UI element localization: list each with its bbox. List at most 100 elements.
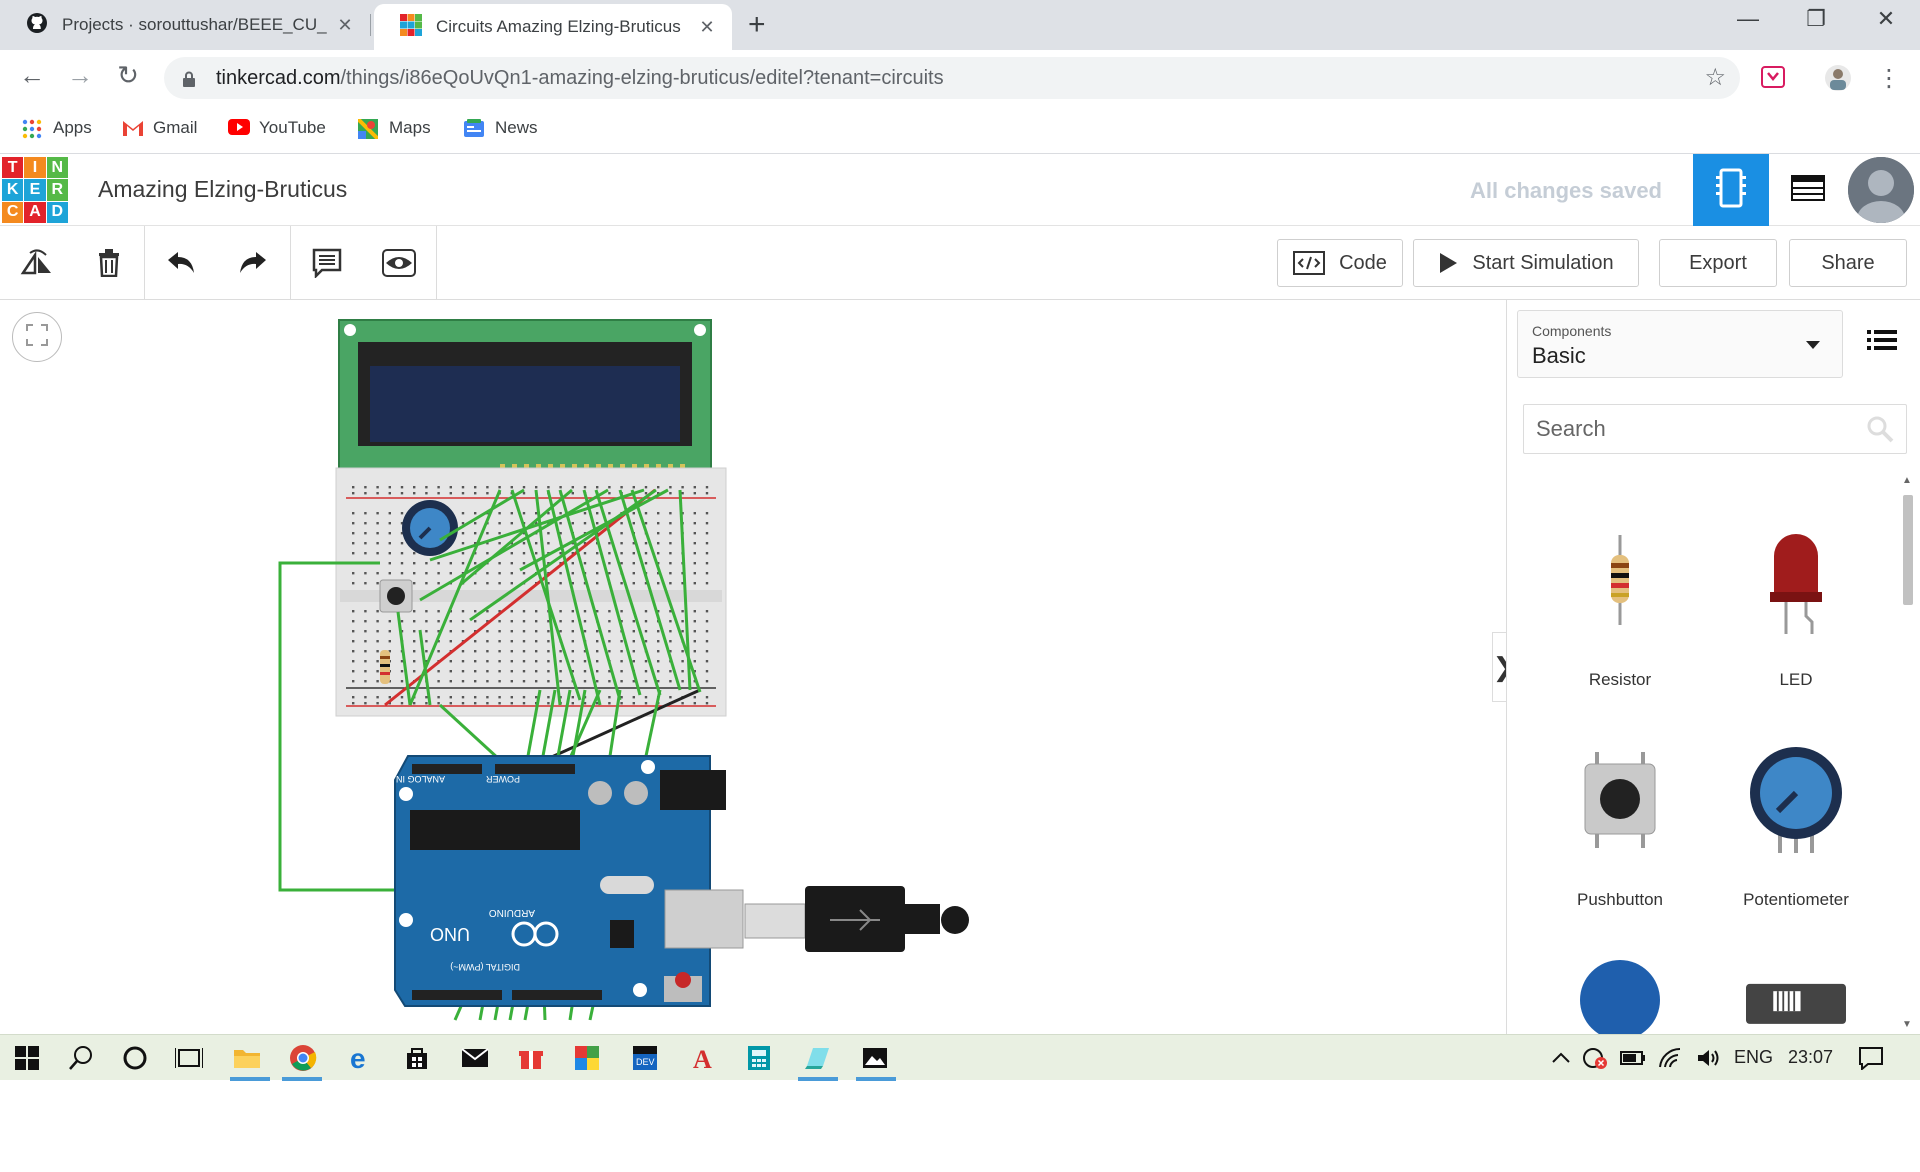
pushbutton-component[interactable] <box>379 579 413 613</box>
breadboard-hole <box>596 630 599 633</box>
browser-menu-icon[interactable]: ⋮ <box>1876 64 1902 92</box>
bookmark-apps[interactable]: Apps <box>22 118 92 139</box>
bookmark-star-icon[interactable]: ☆ <box>1704 63 1726 92</box>
breadboard-hole <box>705 532 709 535</box>
breadboard-hole <box>498 630 501 633</box>
tab-title: Circuits Amazing Elzing-Bruticus <box>436 17 681 36</box>
list-view-toggle[interactable] <box>1867 328 1901 358</box>
maximize-button[interactable]: ❐ <box>1786 6 1846 32</box>
panel-scrollbar[interactable]: ▲ ▼ <box>1899 475 1917 1035</box>
component-pushbutton[interactable]: Pushbutton <box>1535 740 1705 940</box>
clock-time[interactable]: 23:07 <box>1788 1047 1833 1068</box>
task-view-icon[interactable] <box>174 1043 204 1073</box>
collapse-panel-button[interactable]: ❯ <box>1492 632 1506 702</box>
visibility-eye-icon[interactable] <box>382 246 416 280</box>
office-icon[interactable] <box>572 1043 602 1073</box>
scroll-up-icon[interactable]: ▲ <box>1902 475 1912 486</box>
start-simulation-button[interactable]: Start Simulation <box>1413 239 1639 287</box>
bookmark-youtube[interactable]: YouTube <box>228 118 326 138</box>
logo-letter: R <box>46 179 68 201</box>
notes-icon[interactable] <box>310 246 344 280</box>
export-button[interactable]: Export <box>1659 239 1777 287</box>
component-search[interactable] <box>1523 404 1907 454</box>
tablet-app-icon[interactable] <box>802 1043 832 1073</box>
delete-trash-icon[interactable] <box>92 246 126 280</box>
wifi-icon[interactable] <box>1656 1043 1686 1073</box>
reload-button[interactable]: ↻ <box>110 60 146 91</box>
forward-button[interactable]: → <box>62 60 98 91</box>
chrome-icon[interactable] <box>288 1043 318 1073</box>
back-button[interactable]: ← <box>14 60 50 91</box>
bookmark-label: News <box>495 118 538 137</box>
scroll-down-icon[interactable]: ▼ <box>1902 1019 1912 1030</box>
url-omnibox[interactable]: tinkercad.com/things/i86eQoUvQn1-amazing… <box>164 57 1740 99</box>
breadboard-hole <box>571 486 574 489</box>
resistor-component[interactable] <box>380 650 390 684</box>
scrollbar-thumb[interactable] <box>1903 495 1913 605</box>
breadboard-hole <box>388 486 391 489</box>
windows-start-icon[interactable] <box>12 1043 42 1073</box>
tinkercad-favicon-icon <box>400 13 422 41</box>
component-resistor[interactable]: Resistor <box>1535 520 1705 720</box>
arduino-uno-board[interactable]: ANALOG IN POWER DIGITAL (PWM~) UNO ARDUI… <box>394 755 744 1007</box>
lcd-display[interactable] <box>338 319 712 489</box>
undo-icon[interactable] <box>164 246 198 280</box>
breadboard-hole <box>583 620 587 623</box>
circuit-view-button[interactable] <box>1693 154 1769 226</box>
project-title[interactable]: Amazing Elzing-Bruticus <box>98 176 347 203</box>
network-error-icon[interactable] <box>1580 1043 1610 1073</box>
window-close-button[interactable]: ✕ <box>1856 6 1916 32</box>
search-input[interactable] <box>1536 416 1836 442</box>
extension-icon[interactable] <box>1760 64 1786 90</box>
bookmark-gmail[interactable]: Gmail <box>122 118 197 138</box>
battery-icon[interactable] <box>1618 1043 1648 1073</box>
bookmark-news[interactable]: News <box>464 118 538 138</box>
gift-icon[interactable] <box>516 1043 546 1073</box>
new-tab-button[interactable]: + <box>748 8 766 42</box>
components-dropdown[interactable]: Components Basic <box>1517 310 1843 378</box>
component-potentiometer[interactable]: Potentiometer <box>1711 740 1881 940</box>
code-button[interactable]: Code <box>1277 239 1403 287</box>
show-hidden-icons-icon[interactable] <box>1546 1043 1576 1073</box>
cortana-icon[interactable] <box>120 1043 150 1073</box>
acrobat-icon[interactable]: A <box>688 1043 718 1073</box>
breadboard-hole <box>535 610 538 613</box>
caret-down-icon <box>1806 341 1820 349</box>
edge-icon[interactable]: e <box>346 1043 376 1073</box>
start-simulation-label: Start Simulation <box>1472 251 1614 274</box>
profile-avatar-icon[interactable] <box>1824 64 1851 91</box>
user-avatar[interactable] <box>1848 157 1914 223</box>
potentiometer-component[interactable] <box>402 500 458 556</box>
redo-icon[interactable] <box>236 246 270 280</box>
rotate-icon[interactable] <box>20 246 54 280</box>
circuit-canvas[interactable]: ANALOG IN POWER DIGITAL (PWM~) UNO ARDUI… <box>0 300 1506 1034</box>
action-center-icon[interactable] <box>1856 1043 1886 1073</box>
photos-icon[interactable] <box>860 1043 890 1073</box>
tab-github-projects[interactable]: Projects · sorouttushar/BEEE_CU_ ✕ <box>0 0 370 50</box>
mail-icon[interactable] <box>460 1043 490 1073</box>
component-led[interactable]: LED <box>1711 520 1881 720</box>
close-icon[interactable]: ✕ <box>334 15 356 36</box>
volume-icon[interactable] <box>1694 1043 1724 1073</box>
share-button[interactable]: Share <box>1789 239 1907 287</box>
tinkercad-logo[interactable]: T I N K E R C A D <box>2 157 68 223</box>
component-list-view-button[interactable] <box>1770 154 1846 226</box>
breadboard-hole <box>681 670 684 673</box>
calculator-icon[interactable] <box>744 1043 774 1073</box>
breadboard-hole <box>693 552 696 555</box>
file-explorer-icon[interactable] <box>232 1043 262 1073</box>
search-icon[interactable] <box>1866 415 1894 448</box>
usb-cable[interactable] <box>744 886 969 952</box>
store-icon[interactable] <box>402 1043 432 1073</box>
breadboard-hole <box>571 572 574 575</box>
close-icon[interactable]: ✕ <box>696 17 718 38</box>
bookmark-maps[interactable]: Maps <box>356 117 431 141</box>
search-icon[interactable] <box>66 1043 96 1073</box>
minimize-button[interactable]: — <box>1718 6 1778 32</box>
lock-icon <box>182 70 196 87</box>
tab-tinkercad-circuits[interactable]: Circuits Amazing Elzing-Bruticus ✕ <box>374 4 732 50</box>
breadboard-hole <box>352 522 355 525</box>
dev-app-icon[interactable]: DEV <box>630 1043 660 1073</box>
language-indicator[interactable]: ENG <box>1734 1047 1773 1068</box>
breadboard-hole <box>510 630 513 633</box>
